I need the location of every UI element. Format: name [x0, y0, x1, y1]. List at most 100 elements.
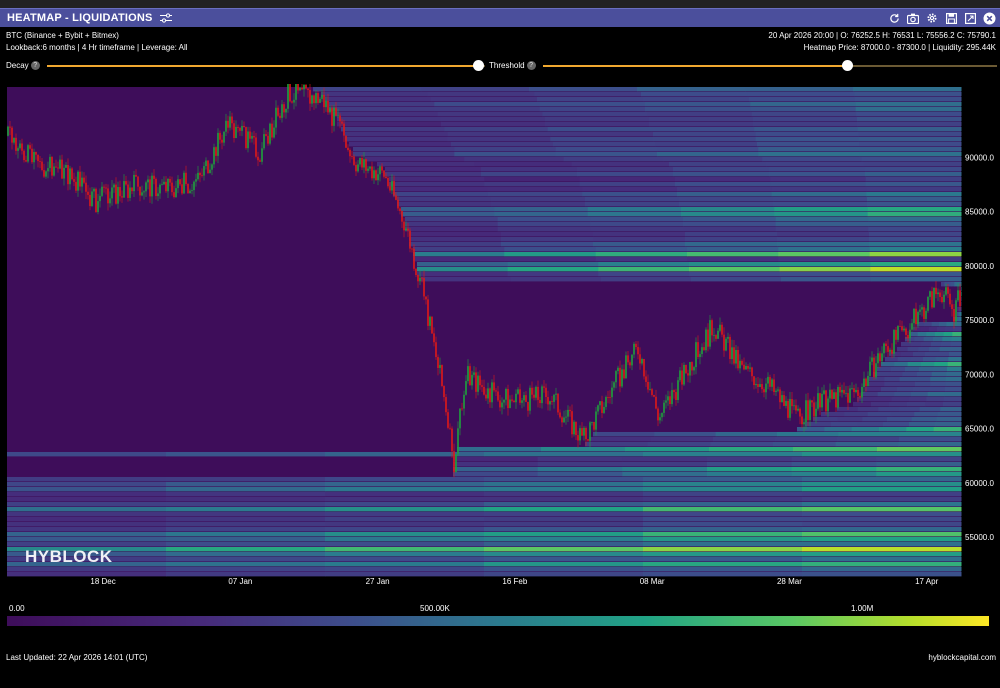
heat-cell [894, 362, 909, 367]
threshold-slider-thumb[interactable] [841, 60, 853, 71]
heat-cell [484, 517, 644, 522]
candle-body [43, 170, 45, 177]
heat-cell [453, 467, 539, 472]
candle-body [483, 386, 485, 395]
candle-body [545, 387, 547, 398]
heat-cell [484, 532, 644, 537]
candle-body [151, 175, 153, 197]
close-icon[interactable] [982, 10, 996, 26]
candle-body [155, 178, 157, 197]
candle-body [153, 175, 155, 179]
candle-body [225, 120, 227, 132]
heat-cell [484, 562, 644, 567]
heat-cell [474, 162, 573, 167]
heat-cell [870, 272, 962, 277]
candle-body [853, 388, 855, 393]
site-link[interactable]: hyblockcapital.com [928, 653, 996, 662]
candle-body [597, 405, 599, 412]
candle-body [845, 393, 847, 394]
decay-slider-track[interactable] [47, 65, 485, 67]
heat-cell [909, 397, 927, 402]
heat-cell [835, 442, 899, 447]
save-icon[interactable] [944, 10, 958, 26]
heat-cell [484, 492, 644, 497]
candle-body [647, 381, 649, 390]
heat-cell [166, 552, 326, 557]
liquidation-heatmap-chart[interactable]: 90000.0 85000.0 80000.0 75000.0 70000.0 65000… [0, 84, 1000, 596]
heat-cell [899, 382, 916, 387]
candle-body [537, 386, 539, 400]
camera-icon[interactable] [906, 10, 920, 26]
heat-cell [856, 112, 962, 117]
threshold-slider-track[interactable] [543, 65, 997, 67]
candle-body [9, 126, 11, 128]
heat-cell [553, 142, 656, 147]
heat-cell [598, 262, 690, 267]
candle-body [937, 292, 939, 295]
candle-body [171, 182, 173, 193]
heat-cell [914, 337, 925, 342]
candle-body [373, 170, 375, 179]
heat-cell [643, 487, 803, 492]
last-updated: Last Updated: 22 Apr 2026 14:01 (UTC) [6, 653, 148, 662]
heat-cell [915, 377, 931, 382]
heat-cell [504, 252, 597, 257]
heat-cell [663, 157, 763, 162]
candle-body [231, 116, 233, 124]
candle-body [585, 427, 587, 440]
candle-body [427, 299, 429, 326]
heat-cell [802, 552, 962, 557]
heat-cell [166, 527, 326, 532]
heat-cell [325, 482, 485, 487]
heat-cell [622, 462, 708, 467]
candle-body [59, 159, 61, 169]
heat-cell [507, 267, 599, 272]
heat-cell [821, 412, 845, 417]
candle-body [925, 310, 927, 319]
heat-cell [413, 252, 505, 257]
heat-cell [577, 172, 674, 177]
candle-body [257, 156, 259, 161]
heat-cell [389, 177, 485, 182]
heat-cell [385, 172, 482, 177]
heat-cell [867, 207, 962, 212]
candle-body [831, 389, 833, 399]
heat-cell [762, 157, 863, 162]
heat-cell [713, 437, 776, 442]
candle-body [871, 357, 873, 362]
decay-help-icon[interactable]: ? [30, 61, 40, 70]
settings-sliders-icon[interactable] [159, 13, 172, 23]
heat-cell [582, 192, 678, 197]
candle-body [327, 100, 329, 113]
candle-body [887, 346, 889, 352]
heat-cell [899, 432, 962, 437]
candle-body [513, 400, 515, 403]
candle-body [511, 399, 513, 401]
candle-body [177, 179, 179, 189]
candle-body [437, 357, 439, 368]
threshold-help-icon[interactable]: ? [526, 61, 536, 70]
candle-body [877, 353, 879, 364]
decay-slider-thumb[interactable] [472, 60, 484, 71]
colorbar-label-max: 1.00M [851, 604, 874, 613]
candle-body [959, 290, 961, 307]
gear-icon[interactable] [925, 10, 939, 26]
candle-body [885, 343, 887, 347]
candle-body [259, 160, 261, 162]
heat-cell [802, 487, 962, 492]
candle-body [549, 401, 551, 405]
heat-cell [917, 332, 927, 337]
heat-cell [915, 382, 931, 387]
candle-body [781, 395, 783, 403]
heat-cell [555, 152, 658, 157]
candle-body [119, 187, 121, 197]
candle-body [265, 134, 267, 136]
heat-cell [453, 462, 539, 467]
heat-cell [911, 392, 929, 397]
heat-cell [961, 302, 962, 307]
refresh-icon[interactable] [887, 10, 901, 26]
heat-cell [313, 87, 422, 92]
expand-icon[interactable] [963, 10, 977, 26]
candle-body [109, 198, 111, 204]
candle-body [535, 386, 537, 398]
